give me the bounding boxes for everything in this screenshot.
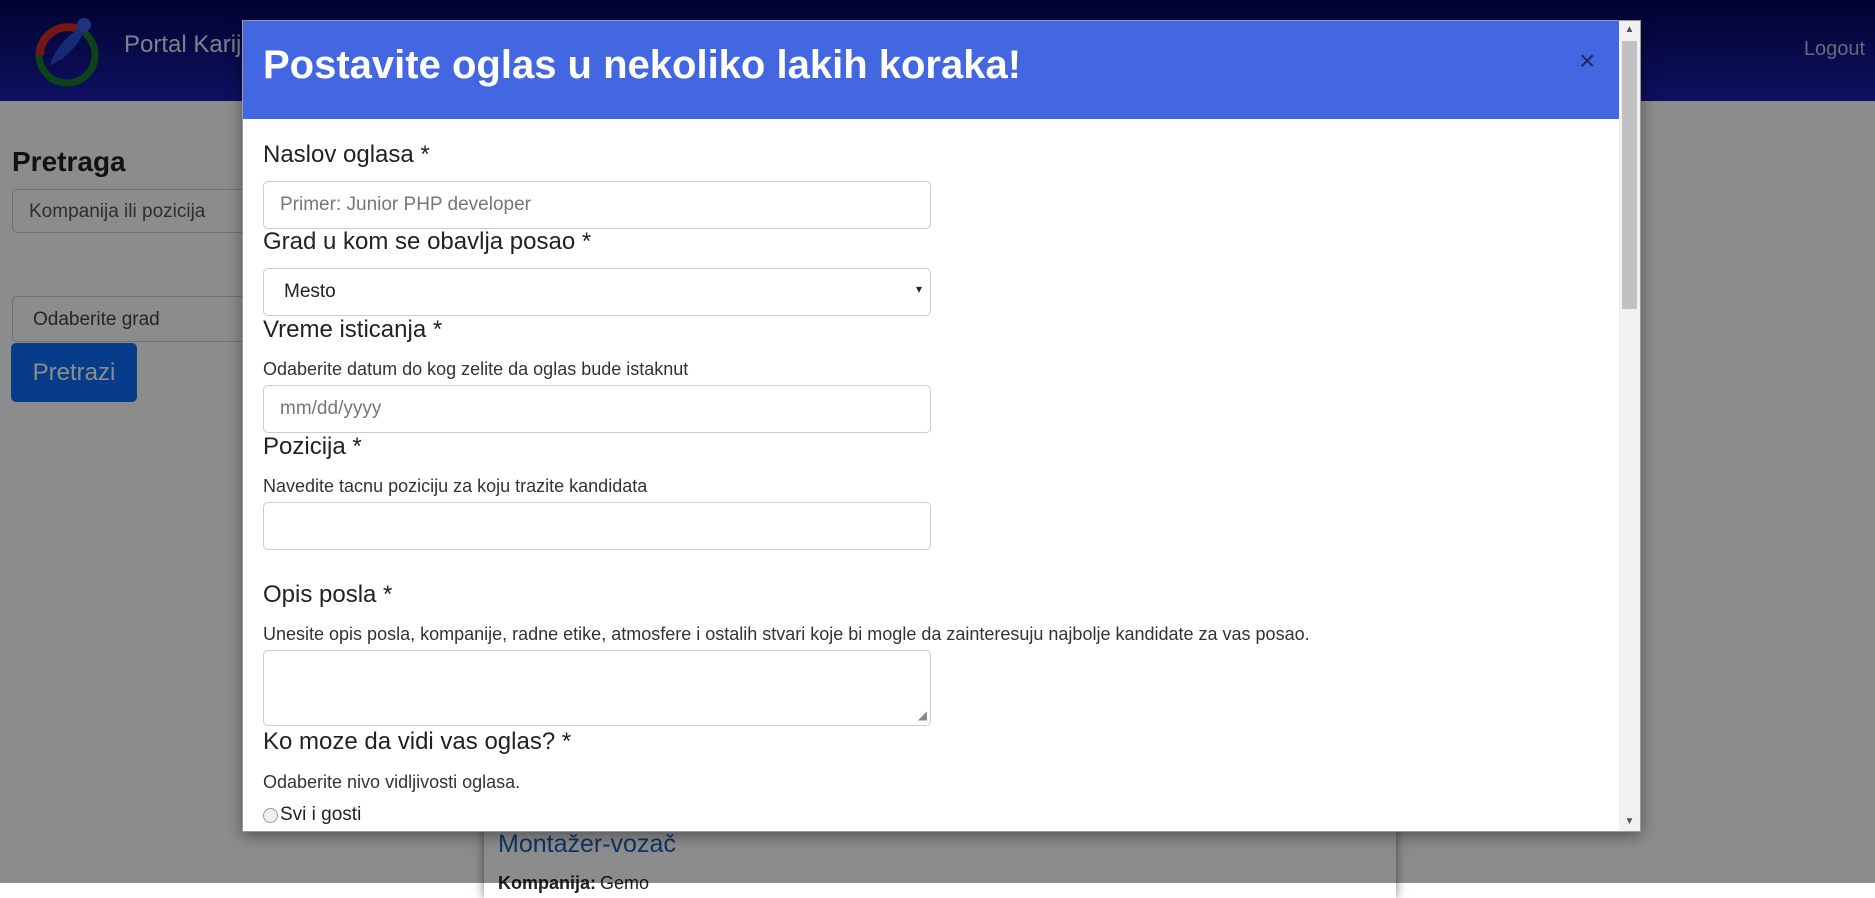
naslov-placeholder: Primer: Junior PHP developer — [280, 194, 531, 215]
vidljivost-help: Odaberite nivo vidljivosti oglasa. — [263, 772, 521, 792]
modal-scrollbar[interactable]: ▲ ▼ — [1619, 21, 1640, 831]
pozicija-help: Navedite tacnu poziciju za koju trazite … — [263, 476, 648, 496]
vreme-label: Vreme isticanja * — [263, 316, 443, 343]
pozicija-input[interactable] — [263, 502, 931, 550]
pozicija-label: Pozicija * — [263, 433, 362, 460]
naslov-input[interactable]: Primer: Junior PHP developer — [263, 181, 931, 229]
radio-button-icon[interactable] — [263, 807, 278, 823]
vidljivost-label: Ko moze da vidi vas oglas? * — [263, 728, 572, 755]
modal-title: Postavite oglas u nekoliko lakih koraka! — [263, 43, 1022, 87]
scroll-thumb[interactable] — [1622, 41, 1637, 309]
close-icon[interactable]: × — [1579, 45, 1595, 77]
opis-textarea[interactable]: ◢ — [263, 650, 931, 726]
scroll-up-icon[interactable]: ▲ — [1619, 21, 1640, 39]
vreme-placeholder: mm/dd/yyyy — [280, 398, 382, 419]
grad-label: Grad u kom se obavlja posao * — [263, 228, 592, 255]
scroll-down-icon[interactable]: ▼ — [1619, 813, 1640, 831]
vreme-help: Odaberite datum do kog zelite da oglas b… — [263, 359, 689, 379]
naslov-label: Naslov oglasa * — [263, 141, 430, 168]
resize-handle-icon[interactable]: ◢ — [918, 708, 927, 722]
radio-svi-i-gosti[interactable]: Svi i gosti — [263, 804, 361, 826]
radio-option-label: Svi i gosti — [280, 804, 362, 825]
post-job-modal: Postavite oglas u nekoliko lakih koraka!… — [242, 20, 1641, 832]
chevron-down-icon: ▾ — [915, 282, 922, 296]
modal-header: Postavite oglas u nekoliko lakih koraka!… — [243, 21, 1619, 119]
grad-select[interactable]: Mesto ▾ — [263, 268, 931, 316]
opis-label: Opis posla * — [263, 581, 393, 608]
opis-help: Unesite opis posla, kompanije, radne eti… — [263, 624, 1310, 644]
vreme-date-input[interactable]: mm/dd/yyyy — [263, 385, 931, 433]
grad-selected: Mesto — [284, 281, 336, 302]
